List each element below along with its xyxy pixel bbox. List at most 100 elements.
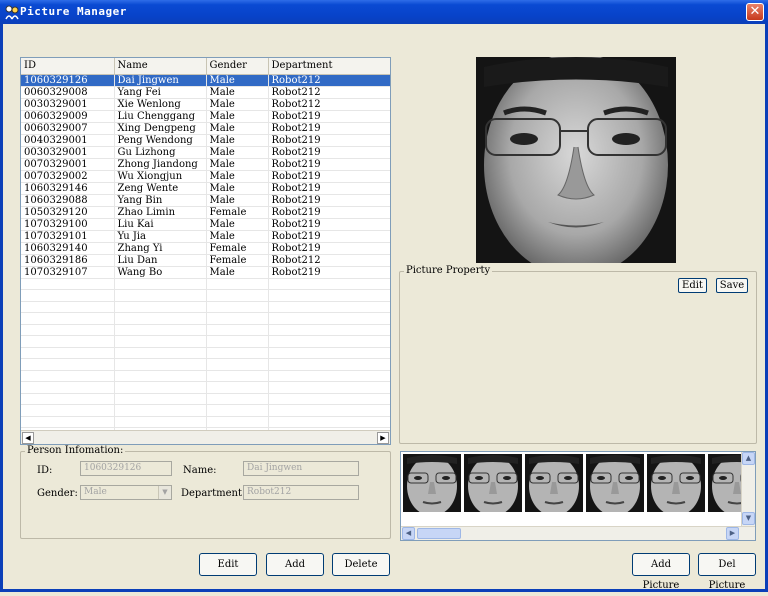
cell-id: 0060329009 (21, 110, 115, 123)
cell-department: Robot219 (268, 230, 390, 243)
delete-button[interactable]: Delete (332, 553, 390, 576)
table-row-empty (21, 312, 390, 325)
cell-gender: Male (206, 182, 269, 195)
picture-property-group: Picture Property Edit Save (399, 265, 757, 444)
scroll-thumb[interactable] (417, 528, 461, 539)
table-row[interactable]: 1060329088 Yang Bin Male Robot219 (21, 194, 390, 207)
table-row[interactable]: 0030329001 Xie Wenlong Male Robot212 (21, 98, 390, 111)
empty-cell (268, 370, 390, 382)
person-table[interactable]: ID Name Gender Department 1060329126 Dai … (20, 57, 391, 445)
cell-name: Wu Xiongjun (114, 170, 207, 183)
thumbnail[interactable] (464, 454, 522, 512)
empty-cell (114, 289, 207, 302)
person-info-group: Person Infomation: ID: 1060329126 Name: … (20, 445, 391, 539)
table-row[interactable]: 0070329001 Zhong Jiandong Male Robot219 (21, 158, 390, 171)
table-row[interactable]: 1060329186 Liu Dan Female Robot212 (21, 254, 390, 267)
thumbnail[interactable] (647, 454, 705, 512)
table-row-empty (21, 416, 390, 428)
cell-gender: Male (206, 98, 269, 111)
department-field[interactable]: Robot212 (243, 485, 359, 500)
cell-id: 0070329002 (21, 170, 115, 183)
table-row[interactable]: 1070329101 Yu Jia Male Robot219 (21, 230, 390, 243)
column-header-id[interactable]: ID (21, 58, 115, 75)
empty-cell (114, 347, 207, 359)
gender-select[interactable]: Male ▼ (80, 485, 172, 500)
empty-cell (114, 370, 207, 382)
empty-cell (114, 404, 207, 417)
table-row[interactable]: 1060329126 Dai Jingwen Male Robot212 (21, 74, 390, 87)
scroll-right-icon[interactable]: ▶ (377, 432, 389, 444)
table-row[interactable]: 1050329120 Zhao Limin Female Robot219 (21, 206, 390, 219)
empty-cell (206, 416, 269, 428)
name-label: Name: (183, 465, 217, 476)
empty-cell (268, 381, 390, 394)
department-label: Department: (181, 488, 246, 499)
thumbnail-strip[interactable]: ▲ ▼ ◀ ▶ (400, 451, 756, 541)
thumb-scroll-left-icon[interactable]: ◀ (402, 527, 415, 540)
empty-cell (268, 393, 390, 405)
table-row[interactable]: 1060329140 Zhang Yi Female Robot219 (21, 242, 390, 255)
thumbnail[interactable] (403, 454, 461, 512)
table-row[interactable]: 0060329009 Liu Chenggang Male Robot219 (21, 110, 390, 123)
empty-cell (114, 381, 207, 394)
table-row[interactable]: 1060329146 Zeng Wente Male Robot219 (21, 182, 390, 195)
cell-department: Robot219 (268, 134, 390, 147)
table-row-empty (21, 278, 390, 290)
table-row[interactable]: 0060329007 Xing Dengpeng Male Robot219 (21, 122, 390, 135)
column-header-department[interactable]: Department (268, 58, 390, 75)
scroll-left-icon[interactable]: ◀ (22, 432, 34, 444)
table-horizontal-scrollbar[interactable]: ◀ ▶ (21, 430, 390, 444)
thumb-scroll-right-icon[interactable]: ▶ (726, 527, 739, 540)
cell-gender: Male (206, 170, 269, 183)
edit-button[interactable]: Edit (199, 553, 257, 576)
property-edit-button[interactable]: Edit (678, 278, 707, 293)
cell-department: Robot212 (268, 74, 390, 87)
empty-cell (21, 301, 115, 313)
empty-cell (206, 335, 269, 348)
table-row[interactable]: 1070329107 Wang Bo Male Robot219 (21, 266, 390, 279)
empty-cell (114, 358, 207, 371)
thumbnail-horizontal-scrollbar[interactable]: ◀ ▶ (401, 526, 755, 540)
add-picture-button[interactable]: Add Picture (632, 553, 690, 591)
thumbnail-vertical-scrollbar[interactable]: ▲ ▼ (741, 452, 755, 526)
person-photo (476, 57, 676, 263)
cell-id: 1060329186 (21, 254, 115, 267)
table-row-empty (21, 335, 390, 348)
del-picture-button[interactable]: Del Picture (698, 553, 756, 591)
thumbnail[interactable] (525, 454, 583, 512)
table-row[interactable]: 0040329001 Peng Wendong Male Robot219 (21, 134, 390, 147)
table-row[interactable]: 0030329001 Gu Lizhong Male Robot219 (21, 146, 390, 159)
empty-cell (114, 312, 207, 325)
empty-cell (206, 370, 269, 382)
cell-id: 1060329146 (21, 182, 115, 195)
scroll-up-icon[interactable]: ▲ (742, 452, 755, 465)
table-row-empty (21, 370, 390, 382)
table-row[interactable]: 0070329002 Wu Xiongjun Male Robot219 (21, 170, 390, 183)
empty-cell (206, 301, 269, 313)
table-row-empty (21, 347, 390, 359)
column-header-name[interactable]: Name (114, 58, 207, 75)
cell-gender: Male (206, 86, 269, 99)
close-button[interactable]: ✕ (746, 3, 764, 21)
chevron-down-icon[interactable]: ▼ (158, 486, 171, 499)
name-field[interactable]: Dai Jingwen (243, 461, 359, 476)
table-row[interactable]: 1070329100 Liu Kai Male Robot219 (21, 218, 390, 231)
cell-department: Robot219 (268, 206, 390, 219)
table-row[interactable]: 0060329008 Yang Fei Male Robot212 (21, 86, 390, 99)
property-save-button[interactable]: Save (716, 278, 748, 293)
id-field[interactable]: 1060329126 (80, 461, 172, 476)
cell-gender: Male (206, 122, 269, 135)
empty-cell (268, 358, 390, 371)
thumbnail[interactable] (586, 454, 644, 512)
cell-department: Robot219 (268, 242, 390, 255)
scroll-down-icon[interactable]: ▼ (742, 512, 755, 525)
cell-id: 1070329107 (21, 266, 115, 279)
cell-department: Robot219 (268, 194, 390, 207)
column-header-gender[interactable]: Gender (206, 58, 269, 75)
add-button[interactable]: Add (266, 553, 324, 576)
cell-name: Liu Chenggang (114, 110, 207, 123)
cell-department: Robot212 (268, 98, 390, 111)
cell-id: 0030329001 (21, 98, 115, 111)
empty-cell (206, 358, 269, 371)
cell-name: Yang Fei (114, 86, 207, 99)
